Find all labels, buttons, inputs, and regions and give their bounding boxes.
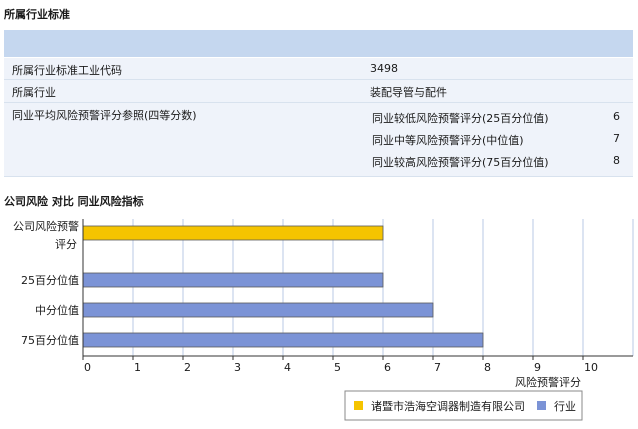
- chart-legend: 诸暨市浩海空调器制造有限公司 行业: [344, 390, 583, 421]
- x-tick-label: 7: [434, 361, 441, 374]
- x-tick-label: 0: [84, 361, 91, 374]
- x-tick-label: 8: [484, 361, 491, 374]
- y-category-label: 公司风险预警: [13, 219, 79, 233]
- y-category-label: 25百分位值: [21, 273, 79, 287]
- bar-2: [82, 272, 384, 288]
- y-category-label: 中分位值: [35, 303, 79, 317]
- bar-3: [82, 302, 434, 318]
- bar-4: [82, 332, 484, 348]
- risk-comparison-chart: 0 1 2 3 4 5 6 7 8 9 10 公司风险预警评分 25百分位值中分位值 75百分位值风险预警…: [13, 219, 634, 421]
- x-tick-label: 9: [534, 361, 541, 374]
- x-tick-label: 3: [234, 361, 241, 374]
- x-tick-label: 5: [334, 361, 341, 374]
- y-category-label: 75百分位值: [21, 333, 79, 347]
- y-category-label: 评分: [55, 238, 77, 251]
- bar-1: [82, 225, 384, 241]
- legend-label: 行业: [554, 400, 576, 413]
- x-tick-label: 1: [134, 361, 141, 374]
- x-tick-label: 6: [384, 361, 391, 374]
- legend-swatch: [354, 401, 363, 410]
- legend-label: 诸暨市浩海空调器制造有限公司: [371, 399, 525, 413]
- legend-swatch: [537, 401, 546, 410]
- x-tick-label: 4: [284, 361, 291, 374]
- x-tick-label: 10: [584, 361, 598, 374]
- x-tick-label: 2: [184, 361, 191, 374]
- x-axis-title: 风险预警评分: [515, 375, 581, 389]
